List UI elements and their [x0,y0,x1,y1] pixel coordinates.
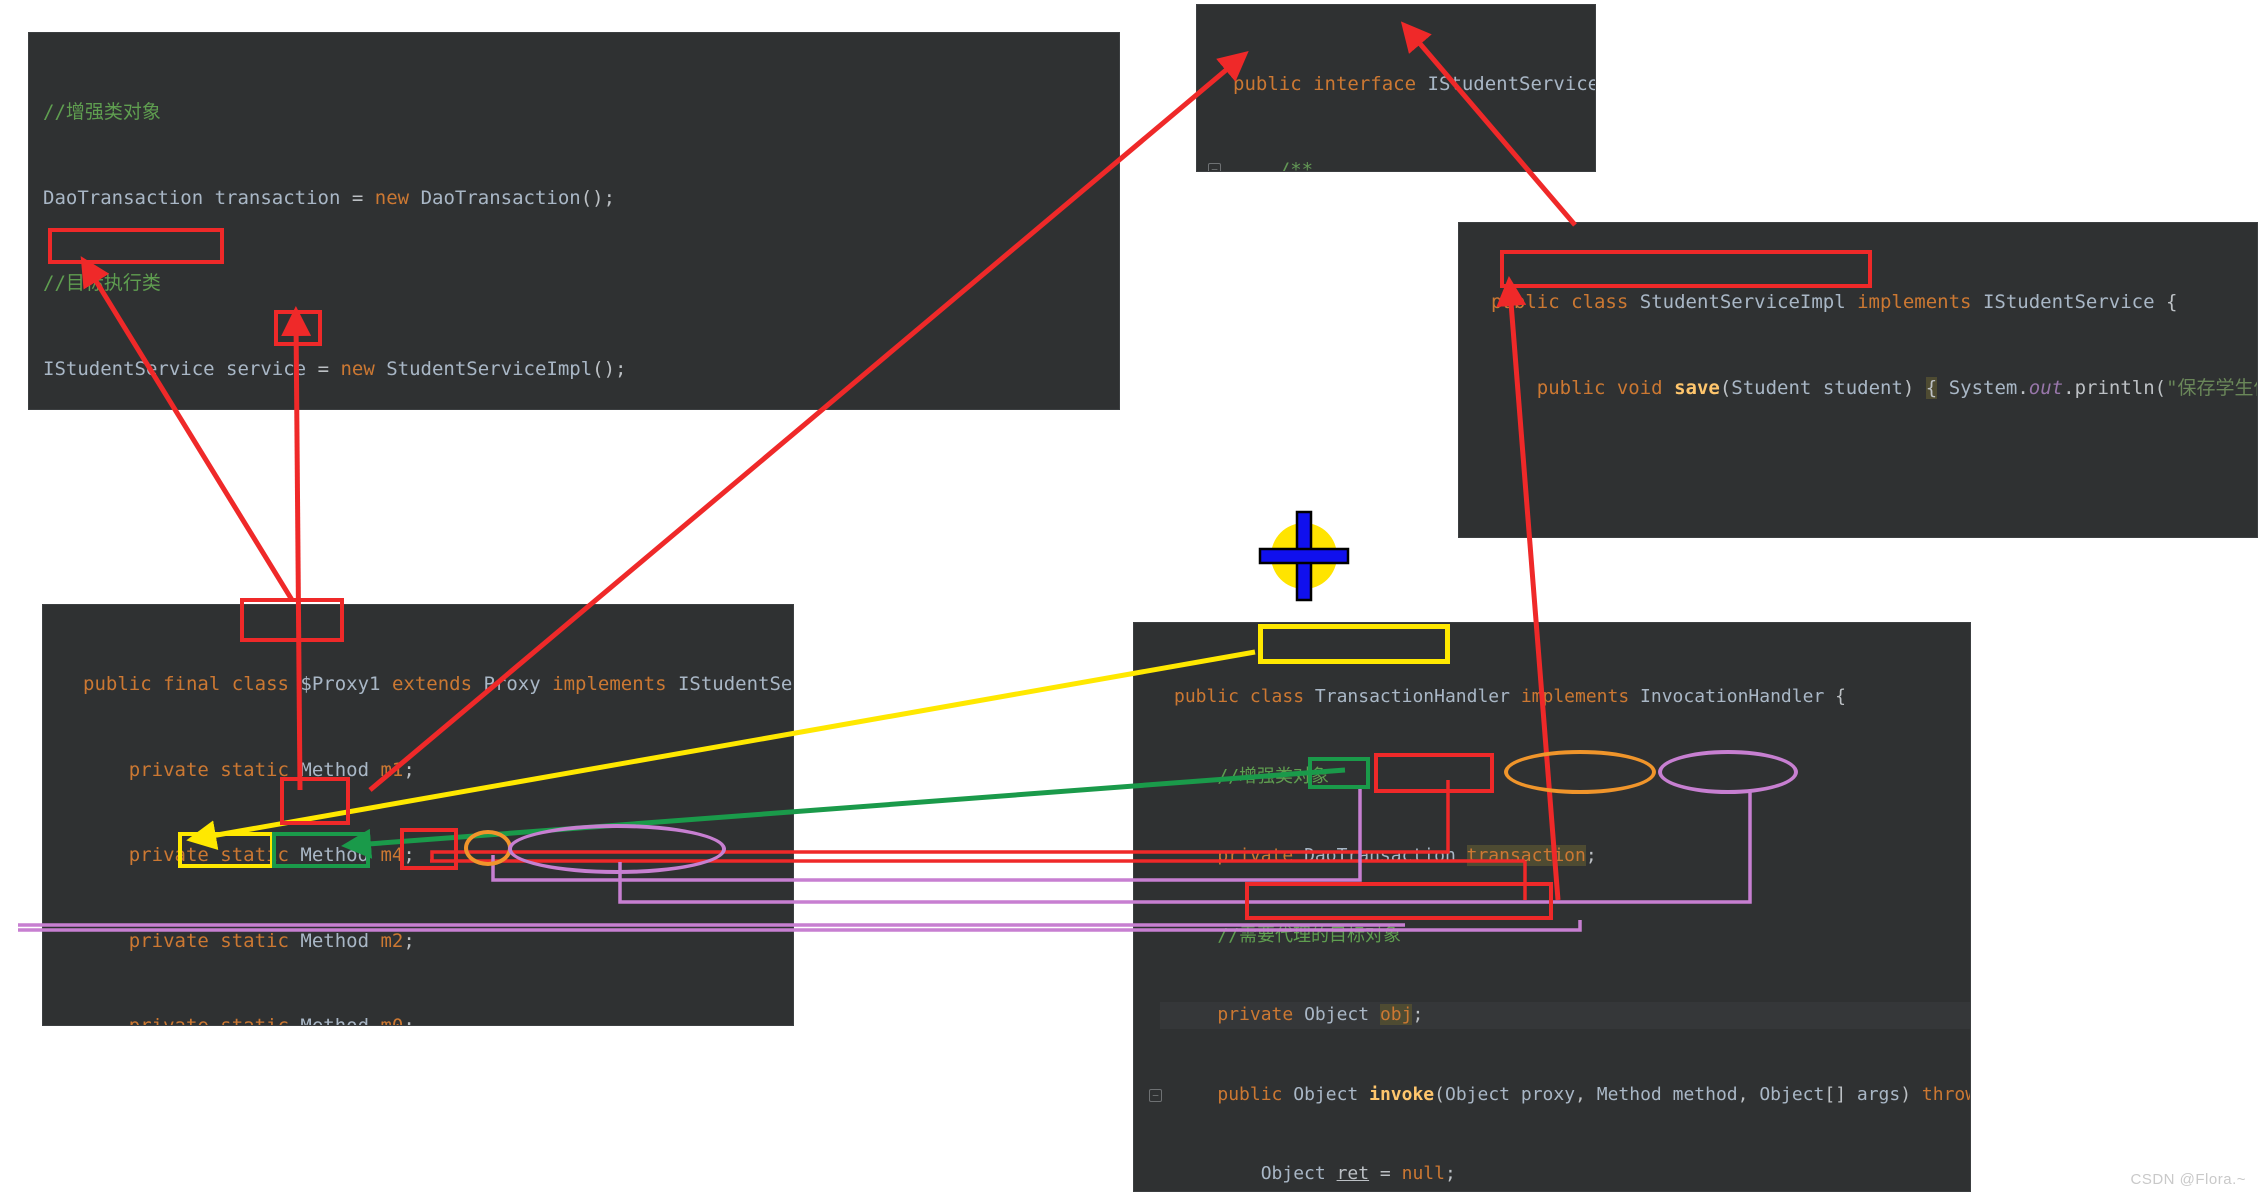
code-line: //需要代理的目标对象 [1217,924,1402,946]
code-line: public class StudentServiceImpl implemen… [1491,291,2178,313]
fold-collapse-icon[interactable]: − [1208,162,1221,171]
code-line: DaoTransaction transaction = new DaoTran… [43,186,616,209]
fold-collapse-icon[interactable]: − [1149,1088,1162,1102]
code-line: private static Method m2; [128,929,415,952]
csdn-watermark: CSDN @Flora.~ [2130,1171,2246,1188]
cursor-cross-horizontal [1258,547,1350,565]
studentserviceimpl-panel[interactable]: public class StudentServiceImpl implemen… [1458,222,2258,538]
client-code-panel[interactable]: //增强类对象 DaoTransaction transaction = new… [28,32,1120,410]
code-line: public interface IStudentService { [1233,73,1596,95]
code-line: IStudentService service = new StudentSer… [43,357,627,380]
code-line: public class TransactionHandler implemen… [1174,686,1846,707]
code-line: private static Method m1; [128,758,415,781]
code-line: − /** [1208,156,1595,171]
code-line: public void save(Student student) { Syst… [1536,376,2257,399]
code-line: Object ret = null; [1260,1163,1456,1184]
code-line: public final class $Proxy1 extends Proxy… [83,673,793,695]
transactionhandler-panel[interactable]: public class TransactionHandler implemen… [1133,622,1971,1192]
proxy1-generated-class-panel[interactable]: public final class $Proxy1 extends Proxy… [42,604,794,1026]
code-line: private static Method m4; [128,844,415,866]
code-line: //增强类对象 [43,101,161,123]
code-line: private static Method m0; [128,1015,415,1026]
code-line: //增强类对象 [1217,765,1330,787]
cursor-cross-vertical [1295,510,1313,602]
crosshair-cursor [1258,510,1350,602]
istudentservice-interface-panel[interactable]: public interface IStudentService { − /**… [1196,4,1596,172]
cursor-circle [1271,523,1337,589]
code-line: //目标执行类 [43,272,161,294]
code-line: − public Object invoke(Object proxy, Met… [1149,1082,1970,1109]
code-line: private Object obj; [1160,1002,1970,1029]
code-line: private DaoTransaction transaction; [1217,845,1597,866]
